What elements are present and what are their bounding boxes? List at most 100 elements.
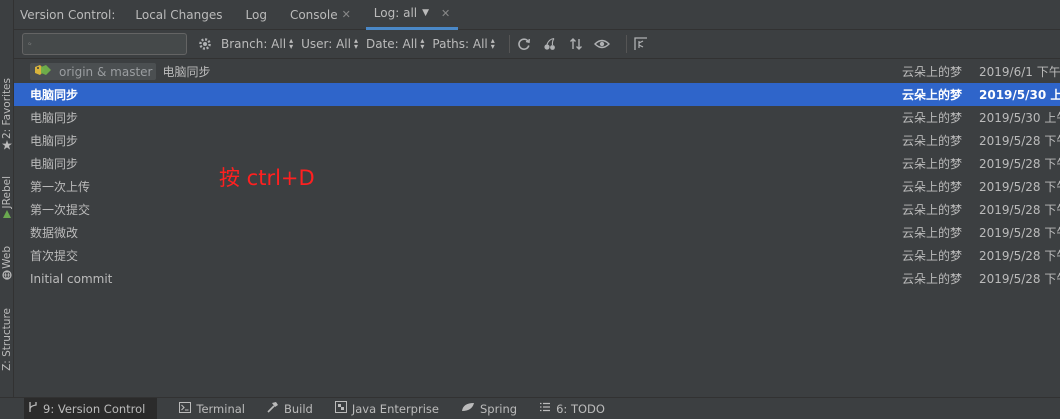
filter-label: Branch: All	[221, 37, 287, 51]
commit-author: 云朵上的梦	[902, 226, 963, 240]
list-icon	[539, 402, 551, 415]
tab-log-all[interactable]: Log: all ▼ ✕	[365, 0, 459, 30]
commit-message: 第一次提交	[30, 203, 91, 217]
terminal-tool-button[interactable]: Terminal	[179, 398, 245, 419]
ref-badge-label: origin & master	[59, 64, 153, 79]
tab-label: Log: all	[373, 6, 418, 20]
commit-author: 云朵上的梦	[902, 65, 963, 79]
commit-author: 云朵上的梦	[902, 272, 963, 286]
commit-author: 云朵上的梦	[902, 88, 963, 102]
commit-row[interactable]: 电脑同步 云朵上的梦 2019/5/28 下午	[14, 152, 1060, 175]
updown-arrow-icon: ▴ ▾	[289, 36, 294, 51]
commit-message: Initial commit	[30, 271, 113, 286]
tab-log[interactable]: Log	[246, 0, 267, 30]
user-filter[interactable]: User: All ▴ ▾	[301, 36, 358, 52]
java-enterprise-tool-button[interactable]: Java Enterprise	[334, 398, 439, 419]
commit-date: 2019/5/28 下午	[979, 226, 1060, 240]
spring-tool-button[interactable]: Spring	[461, 398, 517, 419]
commit-row[interactable]: 电脑同步 云朵上的梦 2019/5/30 上午	[14, 106, 1060, 129]
spring-leaf-icon	[461, 402, 475, 415]
tool-button-label: 6: TODO	[556, 401, 605, 416]
chevron-down-icon[interactable]: ▼	[422, 8, 429, 18]
close-icon[interactable]: ✕	[342, 8, 351, 21]
tool-button-label: Terminal	[196, 401, 245, 416]
structure-tool-tab[interactable]: Z: Structure	[0, 308, 14, 371]
commit-row[interactable]: origin & master 电脑同步 云朵上的梦 2019/6/1 下午	[14, 60, 1060, 83]
filter-label: User: All	[301, 37, 351, 51]
tag-label-icon	[34, 64, 54, 79]
commit-log-table: origin & master 电脑同步 云朵上的梦 2019/6/1 下午 电…	[14, 60, 1060, 290]
commit-date: 2019/5/30 上午	[979, 88, 1060, 102]
commit-row[interactable]: 电脑同步 云朵上的梦 2019/5/28 下午	[14, 129, 1060, 152]
date-filter[interactable]: Date: All ▴ ▾	[365, 36, 425, 52]
commit-message: 电脑同步	[30, 88, 79, 102]
tab-local-changes[interactable]: Local Changes	[135, 0, 222, 30]
eye-icon[interactable]	[593, 36, 610, 52]
search-input[interactable]	[36, 37, 186, 51]
paths-filter[interactable]: Paths: All ▴ ▾	[432, 36, 495, 52]
log-empty-area	[14, 290, 1060, 397]
tab-console[interactable]: Console ✕	[290, 0, 351, 30]
tool-button-label: Build	[283, 401, 313, 416]
annotation-text: 按 ctrl+D	[219, 166, 315, 190]
refresh-icon[interactable]	[516, 36, 532, 52]
tool-window-title: Version Control:	[20, 7, 116, 22]
commit-date: 2019/5/28 下午	[979, 134, 1060, 148]
commit-row[interactable]: 首次提交 云朵上的梦 2019/5/28 下午	[14, 244, 1060, 267]
commit-date: 2019/5/28 下午	[979, 272, 1060, 286]
commit-message: 电脑同步	[30, 157, 79, 171]
todo-tool-button[interactable]: 6: TODO	[539, 398, 605, 419]
version-control-tab-bar: Version Control: Local Changes Log Conso…	[14, 0, 1060, 30]
sort-arrows-icon[interactable]	[568, 36, 584, 52]
commit-message: 电脑同步	[30, 111, 79, 125]
close-icon[interactable]: ✕	[441, 7, 450, 20]
commit-message: 电脑同步	[30, 134, 79, 148]
tab-label: Console	[289, 7, 338, 22]
structure-label: Z: Structure	[1, 308, 13, 371]
filter-label: Date: All	[365, 37, 418, 51]
tool-button-label: Spring	[479, 401, 518, 416]
terminal-icon	[179, 401, 192, 416]
updown-arrow-icon: ▴ ▾	[490, 36, 495, 51]
branch-filter[interactable]: Branch: All ▴ ▾	[221, 36, 294, 52]
commit-row-selected[interactable]: 电脑同步 云朵上的梦 2019/5/30 上午	[14, 83, 1060, 106]
tab-label: Local Changes	[135, 7, 223, 22]
commit-row[interactable]: 第一次提交 云朵上的梦 2019/5/28 下午	[14, 198, 1060, 221]
search-icon	[28, 42, 32, 46]
tool-button-label: 9: Version Control	[43, 401, 146, 416]
updown-arrow-icon: ▴ ▾	[353, 36, 358, 51]
commit-author: 云朵上的梦	[902, 134, 963, 148]
branch-icon	[28, 401, 38, 416]
commit-date: 2019/5/30 上午	[979, 111, 1060, 125]
commit-date: 2019/5/28 下午	[979, 249, 1060, 263]
ref-badge: origin & master	[30, 63, 157, 80]
commit-date: 2019/6/1 下午	[979, 65, 1060, 79]
commit-row[interactable]: 数据微改 云朵上的梦 2019/5/28 下午	[14, 221, 1060, 244]
java-enterprise-icon	[334, 401, 347, 416]
gear-icon[interactable]	[197, 36, 213, 52]
commit-author: 云朵上的梦	[902, 111, 963, 125]
updown-arrow-icon: ▴ ▾	[420, 36, 425, 51]
tool-button-label: Java Enterprise	[351, 401, 439, 416]
commit-message: 电脑同步	[162, 65, 211, 79]
commit-author: 云朵上的梦	[902, 203, 963, 217]
cherry-pick-icon[interactable]	[542, 36, 558, 52]
toolbar-separator	[625, 35, 627, 53]
commit-message: 首次提交	[30, 249, 79, 263]
commit-row[interactable]: Initial commit 云朵上的梦 2019/5/28 下午	[14, 267, 1060, 290]
commit-author: 云朵上的梦	[902, 249, 963, 263]
commit-row[interactable]: 第一次上传 云朵上的梦 2019/5/28 下午	[14, 175, 1060, 198]
build-tool-button[interactable]: Build	[267, 398, 313, 419]
version-control-tool-button[interactable]: 9: Version Control	[24, 397, 158, 419]
commit-message: 第一次上传	[30, 180, 91, 194]
log-toolbar: Branch: All ▴ ▾ User: All ▴ ▾ Date: All ▴ ▾ Pa…	[14, 30, 1060, 59]
search-box[interactable]	[22, 33, 187, 55]
intellisort-icon[interactable]	[633, 36, 649, 52]
commit-date: 2019/5/28 下午	[979, 180, 1060, 194]
bottom-tool-bar: 9: Version Control Terminal Build Java E…	[0, 397, 1060, 419]
filter-label: Paths: All	[432, 37, 488, 51]
commit-message: 数据微改	[30, 226, 79, 240]
commit-date: 2019/5/28 下午	[979, 157, 1060, 171]
tab-label: Log	[245, 7, 267, 22]
hammer-icon	[267, 401, 279, 416]
